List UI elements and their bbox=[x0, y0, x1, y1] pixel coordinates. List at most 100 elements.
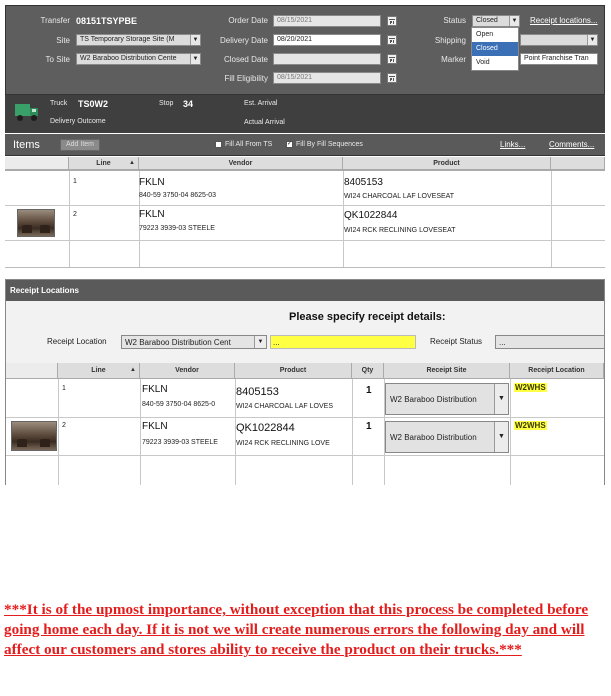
line-number: 2 bbox=[62, 422, 66, 429]
to-site-select[interactable]: W2 Baraboo Distribution Cente ▼ bbox=[76, 53, 201, 65]
est-arrival-label: Est. Arrival bbox=[244, 100, 278, 107]
receipt-location-value[interactable]: W2WHS bbox=[514, 383, 547, 392]
column-header-product[interactable]: Product bbox=[235, 363, 352, 379]
quantity: 1 bbox=[366, 421, 372, 432]
status-label: Status bbox=[443, 16, 466, 25]
marker-field[interactable]: Point Franchise Tran bbox=[520, 53, 598, 65]
product-description: WI24 RCK RECLINING LOVESEAT bbox=[344, 227, 456, 234]
actual-arrival-label: Actual Arrival bbox=[244, 119, 285, 126]
vendor-code: FKLN bbox=[139, 177, 165, 188]
calendar-icon[interactable] bbox=[387, 54, 397, 64]
column-header-line[interactable]: Line ▲ bbox=[69, 157, 139, 170]
receipt-panel-title: Receipt Locations bbox=[6, 280, 604, 301]
receipt-prompt: Please specify receipt details: bbox=[289, 311, 446, 323]
vendor-code: FKLN bbox=[139, 209, 165, 220]
fill-by-sequences-checkbox[interactable]: ✓ bbox=[286, 141, 293, 148]
items-table-header: Line ▲ Vendor Product bbox=[5, 157, 605, 171]
fill-eligibility-field: 08/15/2021 bbox=[273, 72, 381, 84]
status-option-void[interactable]: Void bbox=[472, 56, 518, 70]
column-header-line[interactable]: Line ▲ bbox=[58, 363, 140, 379]
status-dropdown-list: Open Closed Void bbox=[471, 27, 519, 71]
vendor-detail: 79223 3939-03 STEELE bbox=[142, 439, 218, 446]
delivery-outcome-label: Delivery Outcome bbox=[50, 118, 106, 125]
add-item-button[interactable]: Add Item bbox=[60, 139, 100, 151]
column-header-receipt-location[interactable]: Receipt Location bbox=[510, 363, 604, 379]
product-description: WI24 CHARCOAL LAF LOVES bbox=[236, 403, 333, 410]
chevron-down-icon: ▼ bbox=[509, 16, 519, 26]
delivery-date-label: Delivery Date bbox=[219, 36, 268, 45]
receipt-status-field[interactable]: ... bbox=[495, 335, 605, 349]
sort-asc-icon: ▲ bbox=[130, 367, 136, 373]
product-thumbnail bbox=[11, 421, 57, 451]
receipt-table-header: Line ▲ Vendor Product Qty Receipt Site Re… bbox=[6, 363, 604, 379]
chevron-down-icon: ▼ bbox=[494, 384, 508, 414]
calendar-icon[interactable] bbox=[387, 16, 397, 26]
product-description: WI24 RCK RECLINING LOVE bbox=[236, 440, 330, 447]
column-header-vendor[interactable]: Vendor bbox=[140, 363, 235, 379]
order-date-label: Order Date bbox=[228, 16, 268, 25]
comments-link[interactable]: Comments... bbox=[549, 140, 594, 149]
receipt-location-label: Receipt Location bbox=[47, 337, 107, 346]
stop-value: 34 bbox=[183, 99, 194, 109]
line-number: 2 bbox=[73, 211, 77, 218]
column-header-qty[interactable]: Qty bbox=[352, 363, 384, 379]
calendar-icon[interactable] bbox=[387, 35, 397, 45]
receipt-location-field[interactable]: ... bbox=[270, 335, 416, 349]
receipt-table: Line ▲ Vendor Product Qty Receipt Site Re… bbox=[6, 363, 604, 485]
receipt-location-select[interactable]: W2 Baraboo Distribution Cent ▼ bbox=[121, 335, 267, 349]
table-row[interactable]: 1 FKLN 840-59 3750-04 8625-0 8405153 WI2… bbox=[6, 380, 604, 417]
sort-asc-icon: ▲ bbox=[129, 160, 135, 166]
chevron-down-icon: ▼ bbox=[587, 35, 597, 45]
delivery-date-field[interactable]: 08/20/2021 bbox=[273, 34, 381, 46]
fill-all-checkbox[interactable] bbox=[215, 141, 222, 148]
order-date-field: 08/15/2021 bbox=[273, 15, 381, 27]
receipt-locations-link[interactable]: Receipt locations... bbox=[530, 16, 598, 25]
product-code: 8405153 bbox=[344, 177, 383, 188]
truck-panel: Truck TS0W2 Stop 34 Est. Arrival Deliver… bbox=[5, 95, 605, 133]
site-select[interactable]: TS Temporary Storage Site (M ▼ bbox=[76, 34, 201, 46]
transfer-label: Transfer bbox=[40, 16, 71, 25]
status-option-open[interactable]: Open bbox=[472, 28, 518, 42]
status-option-closed[interactable]: Closed bbox=[472, 42, 518, 56]
fill-eligibility-label: Fill Eligibility bbox=[224, 74, 268, 83]
marker-label: Marker bbox=[441, 55, 466, 64]
transfer-value: 08151TSYPBE bbox=[76, 16, 138, 26]
stop-label: Stop bbox=[159, 100, 174, 107]
links-link[interactable]: Links... bbox=[500, 140, 525, 149]
site-label: Site bbox=[56, 36, 70, 45]
receipt-location-value[interactable]: W2WHS bbox=[514, 421, 547, 430]
shipping-select[interactable]: ▼ bbox=[520, 34, 598, 46]
items-title: Items bbox=[13, 139, 40, 151]
fill-by-sequences-label: Fill By Fill Sequences bbox=[296, 141, 363, 148]
product-thumbnail bbox=[17, 209, 55, 237]
vendor-detail: 840-59 3750-04 8625-03 bbox=[139, 192, 217, 199]
chevron-down-icon: ▼ bbox=[254, 336, 266, 348]
receipt-site-select[interactable]: W2 Baraboo Distribution ▼ bbox=[385, 421, 509, 453]
column-header-receipt-site[interactable]: Receipt Site bbox=[384, 363, 510, 379]
column-header-vendor[interactable]: Vendor bbox=[139, 157, 343, 170]
chevron-down-icon: ▼ bbox=[190, 35, 200, 45]
vendor-detail: 840-59 3750-04 8625-0 bbox=[142, 401, 216, 408]
quantity: 1 bbox=[366, 385, 372, 396]
chevron-down-icon: ▼ bbox=[494, 422, 508, 452]
table-row[interactable]: 2 FKLN 79223 3939-03 STEELE QK1022844 WI… bbox=[5, 206, 605, 240]
items-toolbar: Items Add Item Fill All From TS ✓ Fill B… bbox=[5, 134, 605, 156]
vendor-detail: 79223 3939-03 STEELE bbox=[139, 225, 215, 232]
table-row[interactable]: 1 FKLN 840-59 3750-04 8625-03 8405153 WI… bbox=[5, 172, 605, 205]
column-header-product[interactable]: Product bbox=[343, 157, 551, 170]
product-code: QK1022844 bbox=[344, 210, 398, 221]
truck-value: TS0W2 bbox=[78, 99, 109, 109]
chevron-down-icon: ▼ bbox=[190, 54, 200, 64]
closed-date-field bbox=[273, 53, 381, 65]
items-table: Line ▲ Vendor Product 1 FKLN 840-59 3750-… bbox=[5, 157, 605, 268]
product-code: QK1022844 bbox=[236, 422, 295, 434]
line-number: 1 bbox=[73, 178, 77, 185]
table-row[interactable]: 2 FKLN 79223 3939-03 STEELE QK1022844 WI… bbox=[6, 418, 604, 455]
to-site-label: To Site bbox=[45, 55, 70, 64]
calendar-icon[interactable] bbox=[387, 73, 397, 83]
receipt-site-select[interactable]: W2 Baraboo Distribution ▼ bbox=[385, 383, 509, 415]
status-select[interactable]: Closed ▼ bbox=[472, 15, 520, 27]
truck-label: Truck bbox=[50, 100, 68, 107]
shipping-label: Shipping bbox=[434, 36, 466, 45]
receipt-locations-panel: Receipt Locations Please specify receipt… bbox=[5, 279, 605, 485]
